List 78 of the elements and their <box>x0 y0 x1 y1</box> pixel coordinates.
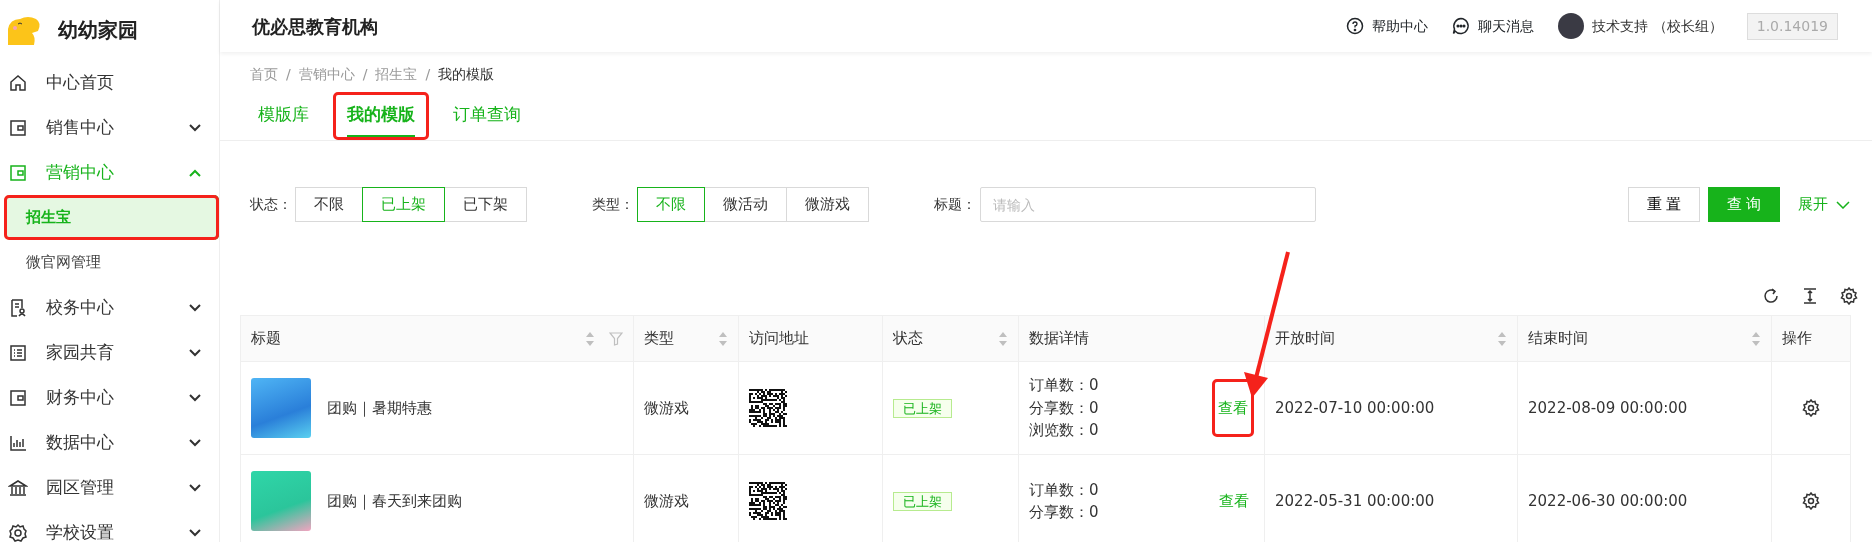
sidebar-item[interactable]: 园区管理 <box>0 465 219 510</box>
column-header: 数据详情 <box>1018 315 1265 362</box>
filter-option[interactable]: 不限 <box>295 187 363 222</box>
refresh-icon[interactable] <box>1762 287 1780 305</box>
settings-icon[interactable] <box>1840 287 1858 305</box>
column-header: 访问地址 <box>738 315 883 362</box>
header-link[interactable]: 聊天消息 <box>1452 15 1535 37</box>
status-tag: 已上架 <box>893 491 952 511</box>
sidebar-item[interactable]: 财务中心 <box>0 375 219 420</box>
table-cell: 微游戏 <box>633 361 739 455</box>
filter-label: 状态： <box>250 195 292 214</box>
chat-icon <box>1452 17 1471 35</box>
table-cell: 2022-08-09 00:00:00 <box>1517 361 1772 455</box>
version-label: 1.0.14019 <box>1746 12 1838 40</box>
filter-label: 标题： <box>934 195 976 214</box>
organization-title: 优必思教育机构 <box>252 14 379 39</box>
reset-button[interactable]: 重 置 <box>1628 187 1700 222</box>
sidebar-subitem[interactable]: 微官网管理 <box>4 240 219 285</box>
sidebar-item[interactable]: 中心首页 <box>0 60 219 105</box>
chevron-down-icon <box>189 123 201 132</box>
filter-option[interactable]: 微游戏 <box>786 187 869 222</box>
list-icon <box>8 342 28 363</box>
breadcrumb-separator: / <box>362 65 368 84</box>
wallet-icon <box>8 387 28 408</box>
sidebar-item[interactable]: 数据中心 <box>0 420 219 465</box>
gear-icon <box>8 522 28 542</box>
chevron-down-icon <box>189 528 201 537</box>
chevron-up-icon <box>189 168 201 177</box>
status-tag: 已上架 <box>893 398 952 418</box>
header-link[interactable]: 帮助中心 <box>1346 15 1429 37</box>
table-cell: 2022-07-10 00:00:00 <box>1264 361 1518 455</box>
breadcrumb-separator: / <box>286 65 291 84</box>
template-title: 团购｜春天到来团购 <box>327 490 462 512</box>
stat-line: 订单数：0 <box>1029 479 1100 501</box>
sidebar-item[interactable]: 校务中心 <box>0 285 219 330</box>
document-person-icon <box>8 297 28 318</box>
app-name: 幼幼家园 <box>58 17 138 44</box>
help-icon <box>1346 17 1365 35</box>
breadcrumb-separator: / <box>425 65 431 84</box>
chevron-down-icon <box>189 483 201 492</box>
column-header[interactable]: 状态 <box>882 315 1019 362</box>
photo-placeholder <box>251 378 311 438</box>
filter-option[interactable]: 微活动 <box>704 187 787 222</box>
home-icon <box>8 72 28 93</box>
stat-line: 浏览数：0 <box>1029 420 1100 442</box>
user-name[interactable]: 技术支持 （校长组） <box>1592 15 1723 37</box>
qr-code-icon <box>749 482 787 520</box>
wallet-icon <box>8 117 28 138</box>
template-title: 团购｜暑期特惠 <box>327 397 432 419</box>
chevron-down-icon <box>189 348 201 357</box>
sidebar-item[interactable]: 家园共育 <box>0 330 219 375</box>
wallet-icon <box>8 162 28 183</box>
title-input-field[interactable]: 请输入 <box>980 187 1316 222</box>
chevron-down-icon <box>189 393 201 402</box>
stat-line: 分享数：0 <box>1029 502 1100 523</box>
settings-icon[interactable] <box>1802 492 1820 511</box>
column-header[interactable]: 标题 <box>240 315 634 362</box>
filter-option[interactable]: 已下架 <box>444 187 527 222</box>
qr-code-icon <box>749 389 787 427</box>
chevron-down-icon <box>189 438 201 447</box>
photo-placeholder <box>251 471 311 531</box>
stat-line: 订单数：0 <box>1029 375 1100 397</box>
stat-line: 分享数：0 <box>1029 397 1100 419</box>
column-height-icon[interactable] <box>1802 287 1818 305</box>
creature-logo <box>6 15 42 45</box>
avatar[interactable] <box>1558 13 1585 39</box>
column-header[interactable]: 开放时间 <box>1264 315 1518 362</box>
column-header: 操作 <box>1771 315 1851 362</box>
filter-label: 类型： <box>592 195 634 214</box>
column-header[interactable]: 结束时间 <box>1517 315 1772 362</box>
chevron-down-icon <box>189 303 201 312</box>
bank-icon <box>8 477 28 498</box>
sidebar-item[interactable]: 学校设置 <box>0 510 219 542</box>
breadcrumb-item: 我的模版 <box>438 65 495 84</box>
column-header[interactable]: 类型 <box>633 315 739 362</box>
chevron-down-icon <box>1836 200 1850 209</box>
sidebar-item[interactable]: 销售中心 <box>0 105 219 150</box>
settings-icon[interactable] <box>1802 399 1820 418</box>
